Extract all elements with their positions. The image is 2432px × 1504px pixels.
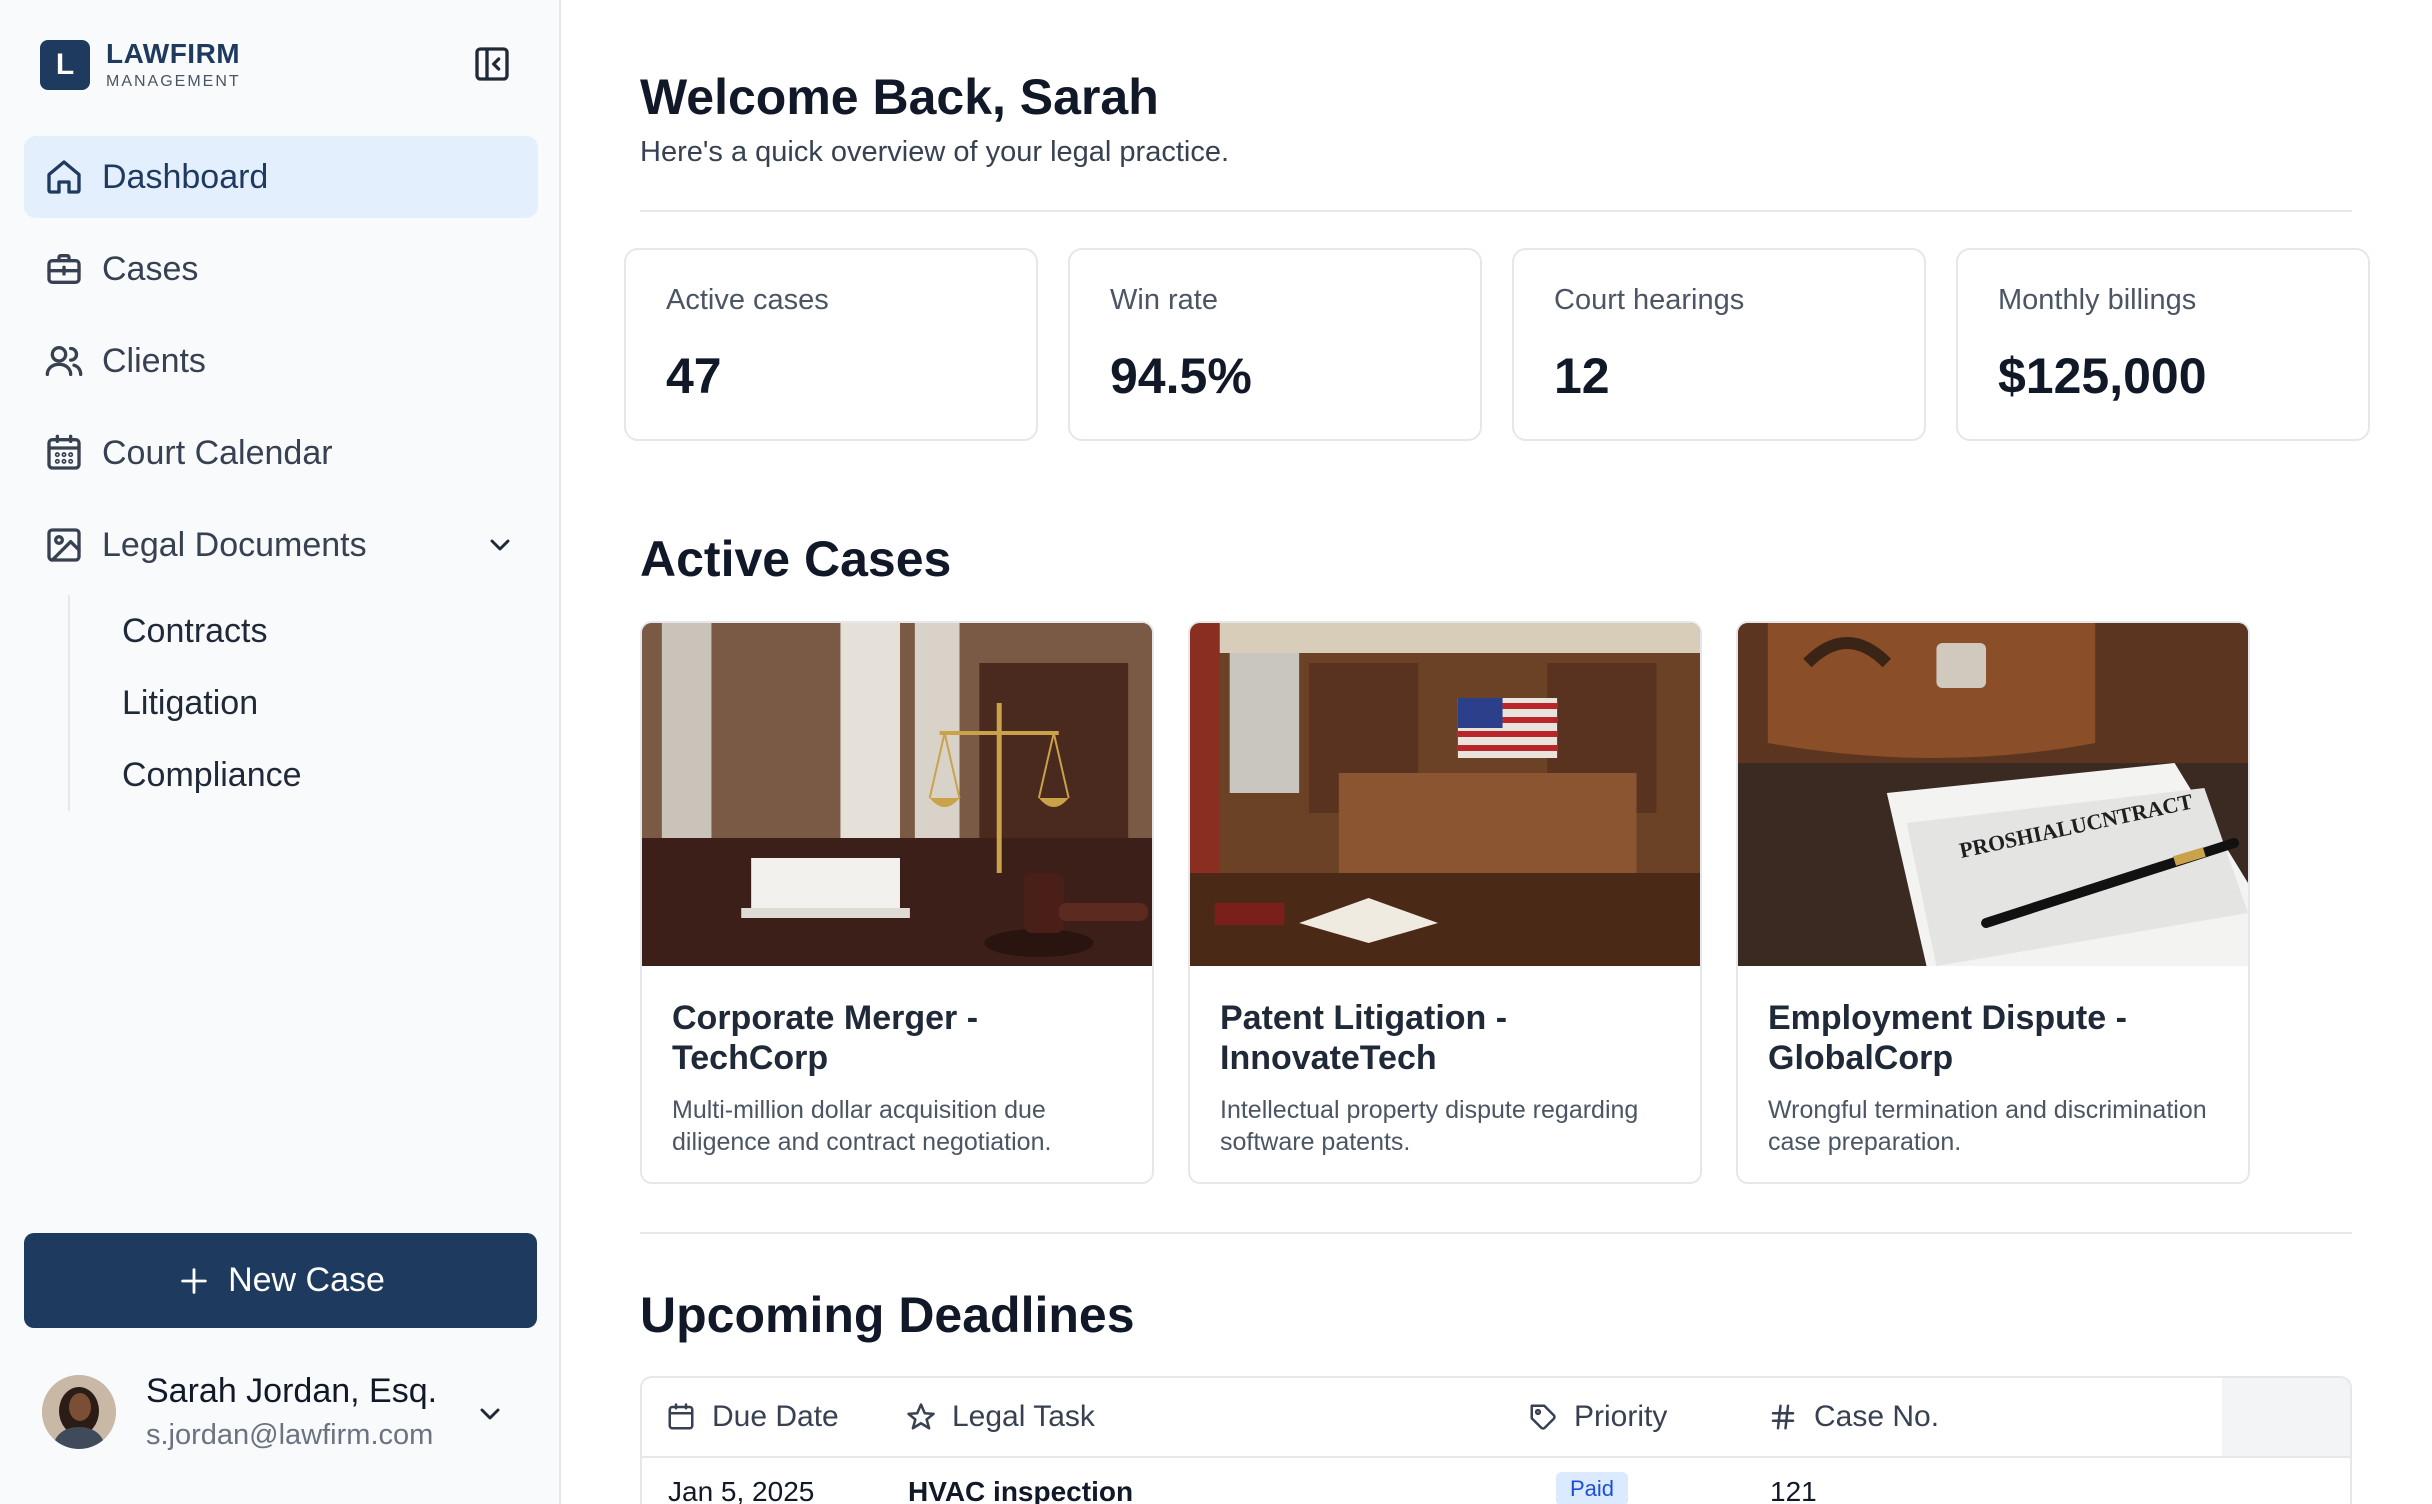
stat-value: $125,000: [1998, 348, 2207, 404]
calendar-icon: [664, 1400, 698, 1434]
active-cases-grid: Corporate Merger - TechCorp Multi-millio…: [640, 621, 2250, 1184]
stat-card-court-hearings: Court hearings 12: [1512, 248, 1926, 441]
home-icon: [44, 157, 84, 197]
nav-label-clients: Clients: [102, 341, 206, 380]
image-icon: [44, 525, 84, 565]
page-title: Welcome Back, Sarah: [640, 69, 1159, 125]
cell-due-date: Jan 5, 2025: [668, 1476, 815, 1504]
status-badge: Paid: [1556, 1472, 1629, 1504]
stat-label: Court hearings: [1554, 284, 1745, 316]
brand-logo[interactable]: L LAWFIRM MANAGEMENT: [40, 40, 241, 90]
brand-subtitle: MANAGEMENT: [106, 73, 241, 90]
case-image-scales-of-justice: [642, 623, 1152, 966]
column-label: Priority: [1574, 1400, 1668, 1433]
sidebar: L LAWFIRM MANAGEMENT Dashboard Cases Cli…: [0, 0, 561, 1504]
deadlines-table: Due Date Legal Task Priority Case No. Ja…: [640, 1376, 2352, 1504]
case-card[interactable]: PROSHIALUCNTRACT Employment Dispute - Gl…: [1736, 621, 2250, 1184]
plus-icon: [176, 1263, 212, 1299]
new-case-button[interactable]: New Case: [24, 1233, 537, 1328]
nav-label-dashboard: Dashboard: [102, 157, 269, 196]
cell-legal-task: HVAC inspection: [908, 1476, 1134, 1504]
avatar[interactable]: [42, 1375, 116, 1449]
stat-card-win-rate: Win rate 94.5%: [1068, 248, 1482, 441]
main-nav: Dashboard Cases Clients Court Calendar L…: [24, 136, 538, 596]
stat-card-active-cases: Active cases 47: [624, 248, 1038, 441]
nav-item-clients[interactable]: Clients: [24, 320, 538, 402]
column-header-case-no[interactable]: Case No.: [1766, 1400, 1939, 1434]
subnav-item-compliance[interactable]: Compliance: [70, 739, 538, 811]
divider: [640, 1232, 2352, 1234]
case-title: Patent Litigation - InnovateTech: [1220, 999, 1508, 1077]
case-image-courtroom: [1190, 623, 1700, 966]
upcoming-deadlines-heading: Upcoming Deadlines: [640, 1287, 1135, 1343]
hash-icon: [1766, 1400, 1800, 1434]
table-header: Due Date Legal Task Priority Case No.: [642, 1378, 2350, 1458]
subnav-item-contracts[interactable]: Contracts: [70, 595, 538, 667]
subnav-item-litigation[interactable]: Litigation: [70, 667, 538, 739]
user-name: Sarah Jordan, Esq.: [146, 1372, 438, 1410]
brand-mark: L: [40, 40, 90, 90]
case-title: Corporate Merger - TechCorp: [672, 999, 979, 1077]
nav-item-dashboard[interactable]: Dashboard: [24, 136, 538, 218]
case-card[interactable]: Patent Litigation - InnovateTech Intelle…: [1188, 621, 1702, 1184]
sidebar-collapse-icon: [475, 47, 509, 81]
briefcase-icon: [44, 249, 84, 289]
chevron-down-icon[interactable]: [482, 527, 518, 563]
column-header-due-date[interactable]: Due Date: [664, 1400, 839, 1434]
tag-icon: [1526, 1400, 1560, 1434]
stat-label: Active cases: [666, 284, 829, 316]
case-description: Multi-million dollar acquisition due dil…: [672, 1096, 1052, 1156]
collapse-sidebar-button[interactable]: [470, 42, 514, 86]
active-cases-heading: Active Cases: [640, 531, 952, 587]
column-header-priority[interactable]: Priority: [1526, 1400, 1667, 1434]
brand-name: LAWFIRM: [106, 38, 241, 69]
stats-row: Active cases 47 Win rate 94.5% Court hea…: [624, 248, 2370, 441]
column-header-legal-task[interactable]: Legal Task: [904, 1400, 1095, 1434]
row-more-button[interactable]: ...: [2259, 1484, 2290, 1504]
legal-documents-subnav: Contracts Litigation Compliance: [68, 595, 538, 811]
nav-label-court-calendar: Court Calendar: [102, 433, 333, 472]
nav-item-cases[interactable]: Cases: [24, 228, 538, 310]
user-email: s.jordan@lawfirm.com: [146, 1419, 434, 1451]
nav-item-legal-documents[interactable]: Legal Documents: [24, 504, 538, 586]
stat-label: Win rate: [1110, 284, 1218, 316]
stat-card-monthly-billings: Monthly billings $125,000: [1956, 248, 2370, 441]
case-card[interactable]: Corporate Merger - TechCorp Multi-millio…: [640, 621, 1154, 1184]
case-description: Intellectual property dispute regarding …: [1220, 1096, 1639, 1156]
column-label: Legal Task: [952, 1400, 1095, 1433]
new-case-label: New Case: [228, 1261, 385, 1299]
stat-value: 47: [666, 348, 722, 404]
calendar-icon: [44, 433, 84, 473]
star-icon: [904, 1400, 938, 1434]
case-image-briefcase-contract: PROSHIALUCNTRACT: [1738, 623, 2248, 966]
table-row[interactable]: Jan 5, 2025 HVAC inspection Paid 121 ...: [642, 1458, 2350, 1504]
nav-label-legal-documents: Legal Documents: [102, 525, 367, 564]
column-label: Due Date: [712, 1400, 839, 1433]
user-profile[interactable]: Sarah Jordan, Esq. s.jordan@lawfirm.com: [42, 1372, 522, 1452]
main-content: Welcome Back, Sarah Here's a quick overv…: [562, 0, 2432, 1504]
column-label: Case No.: [1814, 1400, 1940, 1433]
users-icon: [44, 341, 84, 381]
chevron-down-icon[interactable]: [472, 1396, 508, 1432]
case-description: Wrongful termination and discrimination …: [1768, 1096, 2207, 1156]
stat-value: 12: [1554, 348, 1610, 404]
case-title: Employment Dispute - GlobalCorp: [1768, 999, 2127, 1077]
nav-item-court-calendar[interactable]: Court Calendar: [24, 412, 538, 494]
stat-label: Monthly billings: [1998, 284, 2197, 316]
cell-case-no: 121: [1770, 1476, 1817, 1504]
page-subtitle: Here's a quick overview of your legal pr…: [640, 136, 1230, 168]
divider: [640, 210, 2352, 212]
stat-value: 94.5%: [1110, 348, 1252, 404]
table-header-actions-cell: [2222, 1378, 2350, 1456]
nav-label-cases: Cases: [102, 249, 199, 288]
